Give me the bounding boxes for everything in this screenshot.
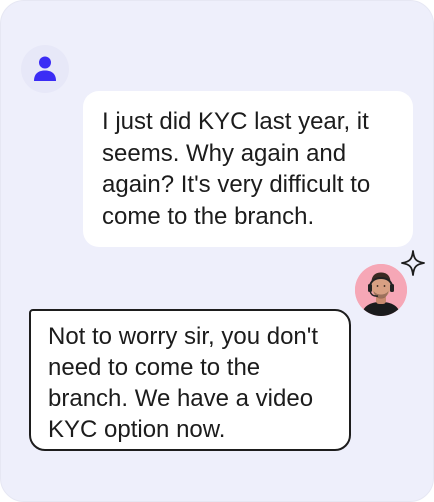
chat-card: I just did KYC last year, it seems. Why … <box>0 0 434 502</box>
agent-message-text: Not to worry sir, you don't need to come… <box>48 323 319 443</box>
agent-message-bubble: Not to worry sir, you don't need to come… <box>29 309 351 451</box>
agent-avatar-headset <box>355 264 407 316</box>
sparkle-icon <box>401 250 425 276</box>
user-message-bubble: I just did KYC last year, it seems. Why … <box>83 91 413 247</box>
user-message-text: I just did KYC last year, it seems. Why … <box>102 108 371 230</box>
user-avatar <box>21 45 69 93</box>
person-icon <box>34 56 56 81</box>
agent-avatar <box>355 264 407 316</box>
